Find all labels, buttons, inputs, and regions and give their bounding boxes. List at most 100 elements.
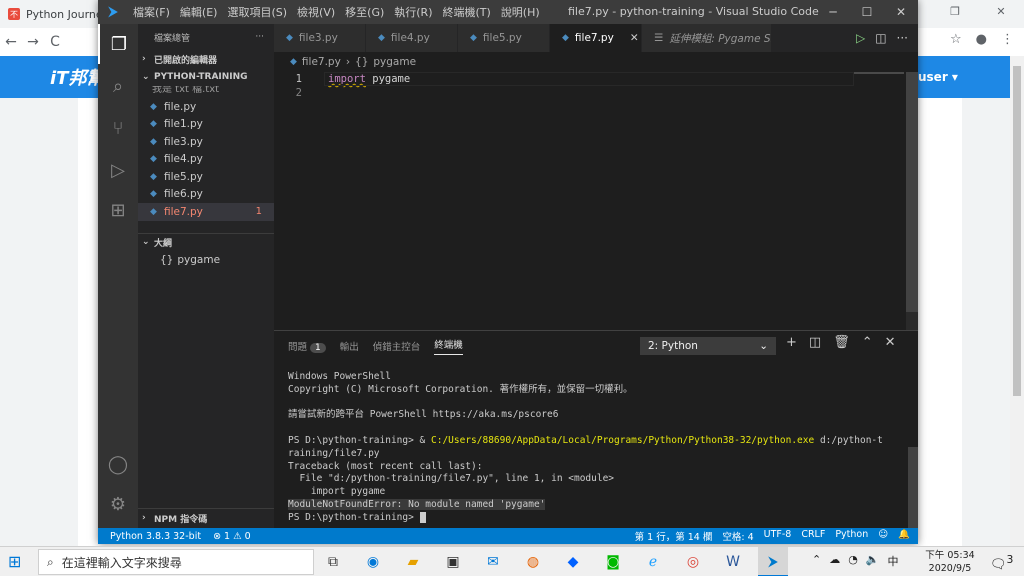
file-explorer-icon[interactable]: ▰ (402, 551, 424, 573)
file-item[interactable]: ◆ file4.py (138, 151, 274, 169)
volume-icon[interactable]: 🔈 (866, 553, 880, 569)
taskbar-search[interactable]: ⌕ 在這裡輸入文字來搜尋 (38, 549, 314, 575)
outline-section[interactable]: ⌄ 大綱 (138, 232, 274, 251)
new-terminal-icon[interactable]: + (786, 335, 797, 350)
store-icon[interactable]: ▣ (442, 551, 464, 573)
minimize-icon[interactable]: ─ (816, 0, 850, 24)
account-icon[interactable]: ● (976, 32, 987, 47)
source-control-icon[interactable]: ⑂ (98, 108, 138, 148)
settings-gear-icon[interactable]: ⚙ (98, 484, 138, 524)
python-interpreter[interactable]: Python 3.8.3 32-bit (110, 531, 201, 542)
terminal-scrollbar[interactable] (908, 447, 918, 529)
restore-icon[interactable]: ❐ (932, 0, 978, 24)
menu-terminal[interactable]: 終端機(T) (438, 4, 496, 20)
tab-extension[interactable]: ☰ 延伸模組: Pygame Snippets (642, 24, 772, 52)
file-item[interactable]: ◆ file.py (138, 98, 274, 116)
tab-terminal[interactable]: 終端機 (434, 337, 463, 355)
run-file-icon[interactable]: ▷ (856, 31, 865, 45)
notification-icon[interactable]: 🗨3 (990, 553, 1013, 572)
tab-debug-console[interactable]: 偵錯主控台 (373, 339, 421, 353)
code-line[interactable]: 2 (274, 86, 918, 100)
problems-status[interactable]: ⊗ 1 ⚠ 0 (213, 531, 251, 542)
site-logo[interactable]: iT邦幫 (50, 64, 104, 90)
cloud-icon[interactable]: ☁ (829, 553, 840, 569)
close-panel-icon[interactable]: ✕ (885, 335, 896, 350)
menu-selection[interactable]: 選取項目(S) (222, 4, 292, 20)
tab-file3[interactable]: ◆ file3.py (274, 24, 366, 52)
more-actions-icon[interactable]: ··· (897, 31, 908, 45)
split-terminal-icon[interactable]: ◫ (809, 335, 821, 350)
terminal-select[interactable]: 2: Python ⌄ (640, 337, 776, 355)
line-icon[interactable]: ◙ (602, 551, 624, 573)
more-actions-icon[interactable]: ··· (255, 32, 264, 42)
close-icon[interactable]: ✕ (884, 0, 918, 24)
reload-icon[interactable]: C (44, 34, 66, 50)
edge-icon[interactable]: ◉ (362, 551, 384, 573)
file-item[interactable]: ◆ file3.py (138, 133, 274, 151)
workspace-section[interactable]: ⌄ PYTHON-TRAINING (138, 68, 274, 86)
menu-edit[interactable]: 編輯(E) (175, 4, 223, 20)
dropbox-icon[interactable]: ◆ (562, 551, 584, 573)
txt-file-item[interactable]: 我是 txt 檔.txt (138, 86, 274, 98)
tab-file4[interactable]: ◆ file4.py (366, 24, 458, 52)
breadcrumb-symbol[interactable]: pygame (373, 56, 416, 68)
trash-icon[interactable]: 🗑 (833, 335, 850, 350)
explorer-icon[interactable]: ❐ (98, 24, 138, 64)
clock[interactable]: 下午 05:34 2020/9/5 (920, 549, 980, 575)
account-icon[interactable]: ◯ (98, 444, 138, 484)
browser-tab[interactable]: 不 Python Journe (8, 4, 104, 24)
close-icon[interactable]: ✕ (978, 0, 1024, 24)
search-icon[interactable]: ⌕ (98, 66, 138, 106)
outline-item[interactable]: {} pygame (138, 251, 274, 269)
ie-icon[interactable]: ℯ (642, 551, 664, 573)
tab-output[interactable]: 輸出 (340, 339, 359, 353)
back-icon[interactable]: ← (0, 34, 22, 50)
extensions-icon[interactable]: ⊞ (98, 190, 138, 230)
feedback-icon[interactable]: ☺ (878, 529, 888, 543)
ime-indicator[interactable]: 中 (888, 553, 899, 569)
npm-scripts-section[interactable]: › NPM 指令碼 (138, 508, 274, 528)
run-debug-icon[interactable]: ▷ (98, 150, 138, 190)
network-icon[interactable]: ◔ (848, 553, 858, 569)
tab-file5[interactable]: ◆ file5.py (458, 24, 550, 52)
vscode-icon[interactable]: ⮞ (762, 551, 784, 573)
split-editor-icon[interactable]: ◫ (875, 31, 886, 45)
cursor-position[interactable]: 第 1 行，第 14 欄 (635, 529, 713, 543)
language-mode[interactable]: Python (835, 529, 868, 543)
menu-go[interactable]: 移至(G) (340, 4, 389, 20)
code-editor[interactable]: 1 import pygame 2 (274, 72, 918, 330)
browser-scrollbar[interactable] (1010, 56, 1024, 546)
menu-help[interactable]: 說明(H) (496, 4, 545, 20)
menu-file[interactable]: 檔案(F) (128, 4, 175, 20)
file-item[interactable]: ◆ file6.py (138, 186, 274, 204)
close-tab-icon[interactable]: ✕ (630, 32, 639, 44)
file-item[interactable]: ◆ file1.py (138, 116, 274, 134)
tab-problems[interactable]: 問題 1 (288, 339, 326, 353)
star-icon[interactable]: ☆ (950, 32, 962, 47)
site-user-menu[interactable]: user ▾ (918, 70, 958, 84)
open-editors-section[interactable]: › 已開啟的編輯器 (138, 50, 274, 68)
tab-file7[interactable]: ◆ file7.py ✕ (550, 24, 642, 52)
menu-run[interactable]: 執行(R) (389, 4, 437, 20)
word-icon[interactable]: W (722, 551, 744, 573)
breadcrumb-file[interactable]: file7.py (302, 56, 341, 68)
maximize-icon[interactable]: ☐ (850, 0, 884, 24)
task-view-icon[interactable]: ⧉ (322, 551, 344, 573)
file-item[interactable]: ◆ file5.py (138, 168, 274, 186)
encoding[interactable]: UTF-8 (764, 529, 792, 543)
end-of-line[interactable]: CRLF (801, 529, 825, 543)
chevron-up-icon[interactable]: ⌃ (812, 553, 821, 569)
menu-icon[interactable]: ⋮ (1001, 32, 1014, 47)
firefox-icon[interactable]: ◍ (522, 551, 544, 573)
mail-icon[interactable]: ✉ (482, 551, 504, 573)
file-item-active[interactable]: ◆ file7.py 1 (138, 203, 274, 221)
terminal-output[interactable]: Windows PowerShell Copyright (C) Microsof… (288, 371, 904, 525)
chrome-icon[interactable]: ◎ (682, 551, 704, 573)
menu-view[interactable]: 檢視(V) (292, 4, 340, 20)
indentation[interactable]: 空格: 4 (722, 529, 753, 543)
editor-scrollbar[interactable] (906, 72, 918, 330)
windows-start-icon[interactable]: ⊞ (8, 552, 28, 572)
maximize-panel-icon[interactable]: ⌃ (862, 335, 873, 350)
forward-icon[interactable]: → (22, 34, 44, 50)
bell-icon[interactable]: 🔔 (898, 529, 910, 543)
